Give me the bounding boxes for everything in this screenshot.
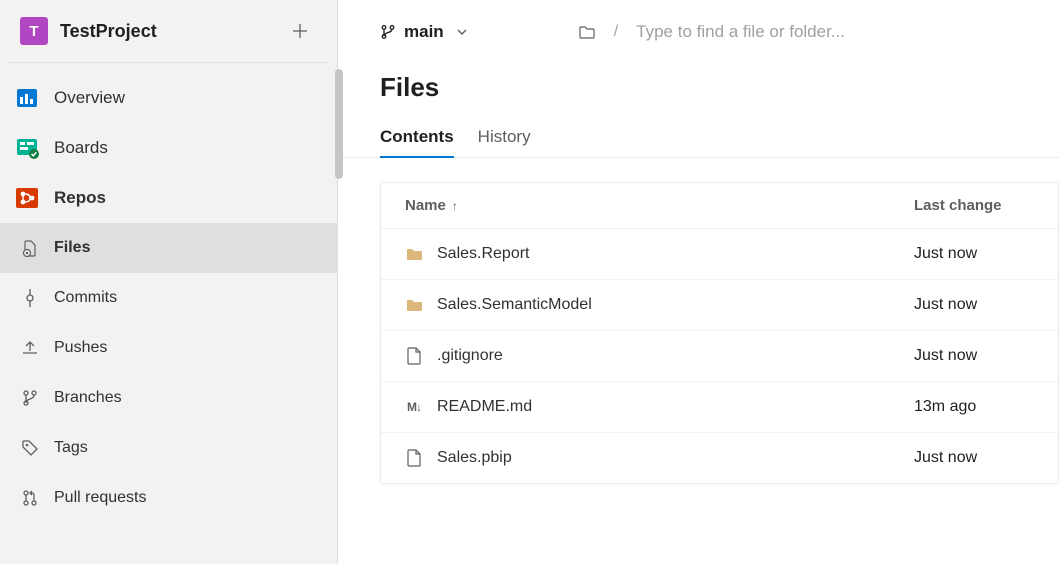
- overview-icon: [14, 85, 40, 111]
- file-name: Sales.Report: [437, 245, 530, 263]
- main-content: main / Files Contents History Name ↑ Las…: [338, 0, 1059, 564]
- folder-icon: [405, 245, 423, 263]
- sidebar-item-pushes[interactable]: Pushes: [0, 323, 337, 373]
- pull-requests-icon: [20, 488, 40, 508]
- sidebar-item-label: Boards: [54, 138, 108, 158]
- table-row[interactable]: Sales.SemanticModel Just now: [381, 279, 1058, 330]
- sidebar-item-label: Commits: [54, 289, 117, 307]
- table-row[interactable]: .gitignore Just now: [381, 330, 1058, 381]
- scrollbar-thumb[interactable]: [335, 69, 343, 179]
- branch-name: main: [404, 22, 444, 42]
- sidebar-item-label: Overview: [54, 88, 125, 108]
- sidebar-item-overview[interactable]: Overview: [0, 73, 337, 123]
- sidebar-item-files[interactable]: Files: [0, 223, 337, 273]
- commits-icon: [20, 288, 40, 308]
- chevron-down-icon: [456, 26, 468, 38]
- files-icon: [20, 238, 40, 258]
- sidebar-item-label: Files: [54, 239, 90, 257]
- sidebar-item-boards[interactable]: Boards: [0, 123, 337, 173]
- tabs: Contents History: [338, 103, 1059, 158]
- file-last-change: 13m ago: [914, 398, 1034, 416]
- column-header-last-change[interactable]: Last change: [914, 197, 1034, 214]
- sidebar-item-tags[interactable]: Tags: [0, 423, 337, 473]
- tab-contents[interactable]: Contents: [380, 127, 454, 157]
- sidebar-item-label: Branches: [54, 389, 122, 407]
- sidebar-item-label: Pushes: [54, 339, 107, 357]
- file-table: Name ↑ Last change Sales.Report Just now…: [380, 182, 1059, 484]
- table-row[interactable]: Sales.pbip Just now: [381, 432, 1058, 483]
- folder-icon: [405, 296, 423, 314]
- sidebar-item-repos[interactable]: Repos: [0, 173, 337, 223]
- sort-ascending-icon: ↑: [452, 199, 458, 213]
- sidebar-header: T TestProject: [8, 0, 329, 63]
- boards-icon: [14, 135, 40, 161]
- sidebar-scrollbar[interactable]: [335, 63, 343, 523]
- path-search-input[interactable]: [636, 22, 1059, 42]
- project-avatar[interactable]: T: [20, 17, 48, 45]
- file-name: .gitignore: [437, 347, 503, 365]
- file-last-change: Just now: [914, 347, 1034, 365]
- sidebar: T TestProject Overview Boards Repos: [0, 0, 338, 564]
- file-icon: [405, 449, 423, 467]
- table-row[interactable]: M↓ README.md 13m ago: [381, 381, 1058, 432]
- sidebar-item-pull-requests[interactable]: Pull requests: [0, 473, 337, 523]
- file-name: Sales.SemanticModel: [437, 296, 592, 314]
- new-item-button[interactable]: [285, 16, 315, 46]
- breadcrumb-separator: /: [606, 23, 626, 41]
- column-header-name[interactable]: Name ↑: [405, 197, 914, 214]
- branch-icon: [380, 24, 396, 40]
- branches-icon: [20, 388, 40, 408]
- file-name: Sales.pbip: [437, 449, 512, 467]
- table-row[interactable]: Sales.Report Just now: [381, 228, 1058, 279]
- sidebar-item-label: Repos: [54, 188, 106, 208]
- pushes-icon: [20, 338, 40, 358]
- repos-icon: [14, 185, 40, 211]
- file-last-change: Just now: [914, 245, 1034, 263]
- sidebar-item-commits[interactable]: Commits: [0, 273, 337, 323]
- branch-selector[interactable]: main: [380, 22, 468, 42]
- page-title: Files: [338, 52, 1059, 103]
- file-name: README.md: [437, 398, 532, 416]
- sidebar-item-branches[interactable]: Branches: [0, 373, 337, 423]
- table-header: Name ↑ Last change: [381, 183, 1058, 228]
- tags-icon: [20, 438, 40, 458]
- sidebar-item-label: Pull requests: [54, 489, 147, 507]
- sidebar-nav: Overview Boards Repos Files Commits: [0, 63, 337, 523]
- file-last-change: Just now: [914, 449, 1034, 467]
- plus-icon: [292, 23, 308, 39]
- file-icon: [405, 347, 423, 365]
- folder-root-icon[interactable]: [578, 23, 596, 41]
- markdown-icon: M↓: [405, 398, 423, 416]
- sidebar-item-label: Tags: [54, 439, 88, 457]
- project-title[interactable]: TestProject: [60, 21, 285, 42]
- tab-history[interactable]: History: [478, 127, 531, 157]
- breadcrumb-row: main /: [338, 12, 1059, 52]
- file-last-change: Just now: [914, 296, 1034, 314]
